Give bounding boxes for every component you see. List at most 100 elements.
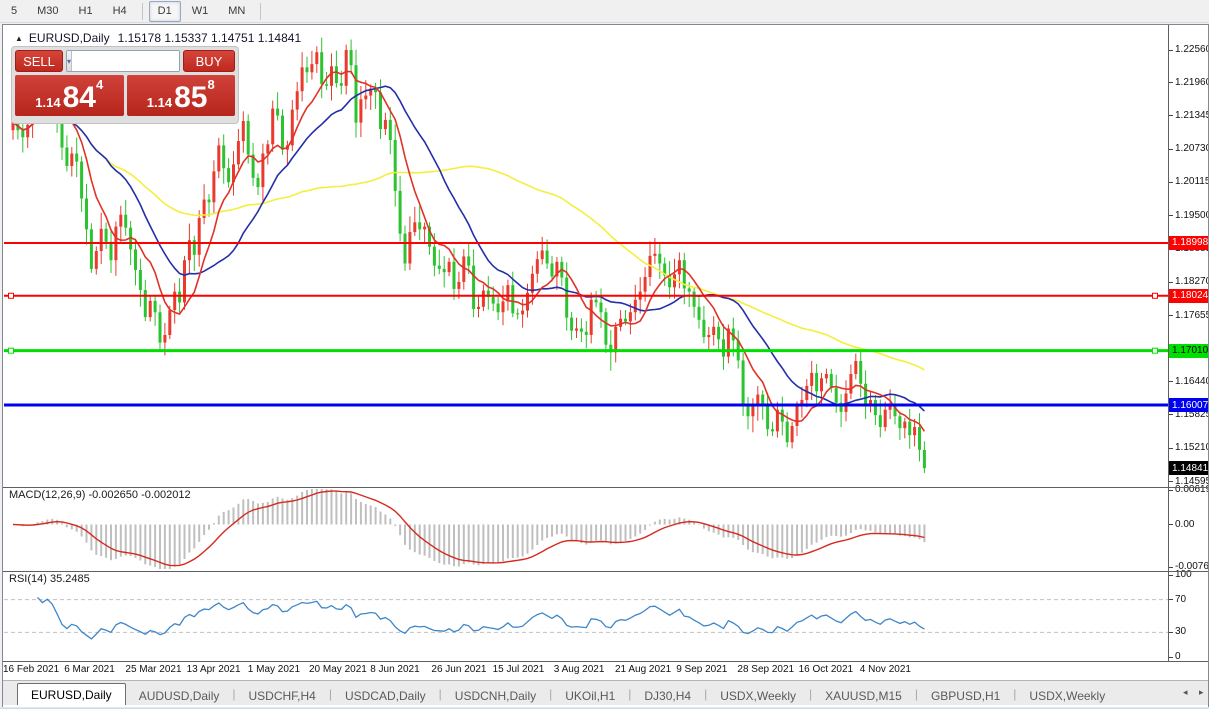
price-tick-label: 1.20730	[1175, 143, 1208, 154]
axis-tick	[1169, 149, 1173, 150]
sell-button[interactable]: SELL	[15, 50, 63, 72]
date-tick-label: 6 Mar 2021	[64, 664, 115, 675]
axis-tick	[1169, 414, 1173, 415]
date-tick-label: 16 Feb 2021	[3, 664, 59, 675]
date-tick-label: 13 Apr 2021	[187, 664, 241, 675]
rsi-plot	[3, 571, 1168, 661]
price-level-badge: 1.14841	[1169, 461, 1208, 475]
axis-tick	[1169, 481, 1173, 482]
chart-tab-xauusd-m15[interactable]: XAUUSD,M15	[812, 685, 915, 705]
chart-tab-audusd-daily[interactable]: AUDUSD,Daily	[126, 685, 233, 705]
panel-divider[interactable]	[3, 571, 1208, 572]
axis-tick	[1169, 632, 1173, 633]
tab-scroll-left-icon[interactable]: ◂	[1183, 687, 1188, 698]
macd-tick-label: 0.00	[1175, 519, 1194, 530]
axis-tick	[1169, 381, 1173, 382]
axis-tick	[1169, 490, 1173, 491]
timeframe-button-mn[interactable]: MN	[219, 1, 254, 22]
date-tick-label: 21 Aug 2021	[615, 664, 671, 675]
axis-tick	[1169, 82, 1173, 83]
chart-ohlc-values: 1.15178 1.15337 1.14751 1.14841	[118, 31, 302, 45]
price-tick-label: 1.16440	[1175, 376, 1208, 387]
sell-price-box[interactable]: 1.14 84 4	[15, 75, 124, 116]
axis-tick	[1169, 115, 1173, 116]
price-tick-label: 1.21345	[1175, 110, 1208, 121]
macd-tick-label: 0.006193	[1175, 484, 1208, 495]
buy-price-fraction: 8	[207, 77, 214, 92]
chart-tab-usdcnh-daily[interactable]: USDCNH,Daily	[442, 685, 549, 705]
time-axis: 16 Feb 2021 6 Mar 2021 25 Mar 2021 13 Apr 2…	[3, 661, 1168, 680]
axis-tick	[1169, 50, 1173, 51]
rsi-panel[interactable]: RSI(14) 35.2485	[3, 571, 1168, 661]
macd-panel[interactable]: MACD(12,26,9) -0.002650 -0.002012	[3, 487, 1168, 571]
timeframe-button-h4[interactable]: H4	[104, 1, 136, 22]
date-tick-label: 25 Mar 2021	[125, 664, 181, 675]
timeframe-button-w1[interactable]: W1	[183, 1, 218, 22]
axis-tick	[1169, 567, 1173, 568]
timeframe-button-5[interactable]: 5	[2, 1, 26, 22]
price-chart[interactable]: ▲ EURUSD,Daily 1.15178 1.15337 1.14751 1.1…	[3, 25, 1168, 487]
axis-tick	[1169, 599, 1173, 600]
price-tick-label: 1.15210	[1175, 442, 1208, 453]
date-tick-label: 4 Nov 2021	[860, 664, 911, 675]
chart-symbol-label: EURUSD,Daily	[29, 31, 110, 45]
tab-scroll-right-icon[interactable]: ▸	[1199, 687, 1204, 698]
price-level-badge: 1.18998	[1169, 236, 1208, 250]
price-axis: 1.22560 1.21960 1.21345 1.20730 1.20115 1.195…	[1168, 25, 1208, 661]
axis-tick	[1169, 315, 1173, 316]
chart-tab-usdx-weekly[interactable]: USDX,Weekly	[707, 685, 809, 705]
chart-tab-dj30-h4[interactable]: DJ30,H4	[631, 685, 704, 705]
axis-tick	[1169, 524, 1173, 525]
price-level-badge: 1.18024	[1169, 289, 1208, 303]
buy-price-prefix: 1.14	[147, 95, 172, 110]
axis-tick	[1169, 575, 1173, 576]
price-tick-label: 1.18270	[1175, 276, 1208, 287]
axis-tick	[1169, 215, 1173, 216]
price-tick-label: 1.19500	[1175, 210, 1208, 221]
chart-title: ▲ EURUSD,Daily 1.15178 1.15337 1.14751 1.1…	[15, 31, 301, 45]
chart-tab-eurusd-daily[interactable]: EURUSD,Daily	[17, 683, 126, 705]
price-level-badge: 1.17010	[1169, 344, 1208, 358]
date-tick-label: 26 Jun 2021	[431, 664, 486, 675]
timeframe-button-d1[interactable]: D1	[149, 1, 181, 22]
buy-button[interactable]: BUY	[183, 50, 235, 72]
date-tick-label: 15 Jul 2021	[493, 664, 545, 675]
rsi-tick-label: 70	[1175, 594, 1186, 605]
rsi-label: RSI(14) 35.2485	[9, 573, 90, 585]
date-tick-label: 9 Sep 2021	[676, 664, 727, 675]
chart-window: ▲ EURUSD,Daily 1.15178 1.15337 1.14751 1.1…	[2, 24, 1209, 708]
price-tick-label: 1.22560	[1175, 44, 1208, 55]
one-click-trade-panel: SELL ▾ ▴ BUY 1.14 84 4 1.14	[11, 46, 239, 124]
sell-price-prefix: 1.14	[35, 95, 60, 110]
axis-tick	[1169, 657, 1173, 658]
buy-price-pips: 85	[174, 83, 207, 113]
trading-app: { "toolbar": { "items": ["5", "M30", "H1…	[0, 0, 1209, 709]
price-level-badge: 1.16007	[1169, 398, 1208, 412]
collapse-arrow-icon[interactable]: ▲	[15, 34, 23, 43]
chart-tab-usdchf-h4[interactable]: USDCHF,H4	[236, 685, 329, 705]
panel-divider[interactable]	[3, 487, 1208, 488]
date-tick-label: 20 May 2021	[309, 664, 367, 675]
rsi-tick-label: 30	[1175, 626, 1186, 637]
macd-label: MACD(12,26,9) -0.002650 -0.002012	[9, 489, 191, 501]
date-tick-label: 8 Jun 2021	[370, 664, 420, 675]
panel-divider	[3, 661, 1208, 662]
chart-tab-ukoil-h1[interactable]: UKOil,H1	[552, 685, 628, 705]
price-tick-label: 1.21960	[1175, 77, 1208, 88]
sell-price-fraction: 4	[96, 77, 103, 92]
chart-tab-usdx-weekly[interactable]: USDX,Weekly	[1016, 685, 1118, 705]
chart-tab-usdcad-daily[interactable]: USDCAD,Daily	[332, 685, 439, 705]
axis-tick	[1169, 182, 1173, 183]
chart-tab-gbpusd-h1[interactable]: GBPUSD,H1	[918, 685, 1013, 705]
buy-price-box[interactable]: 1.14 85 8	[127, 75, 236, 116]
sell-price-pips: 84	[63, 83, 96, 113]
timeframe-toolbar: 5M30H1H4 D1W1MN	[0, 0, 1209, 23]
timeframe-button-h1[interactable]: H1	[70, 1, 102, 22]
price-tick-label: 1.20115	[1175, 176, 1208, 187]
date-tick-label: 16 Oct 2021	[799, 664, 853, 675]
toolbar-separator	[142, 3, 143, 20]
timeframe-button-m30[interactable]: M30	[28, 1, 67, 22]
volume-input[interactable]	[72, 51, 180, 71]
volume-stepper: ▾ ▴	[66, 50, 180, 72]
date-tick-label: 28 Sep 2021	[737, 664, 794, 675]
